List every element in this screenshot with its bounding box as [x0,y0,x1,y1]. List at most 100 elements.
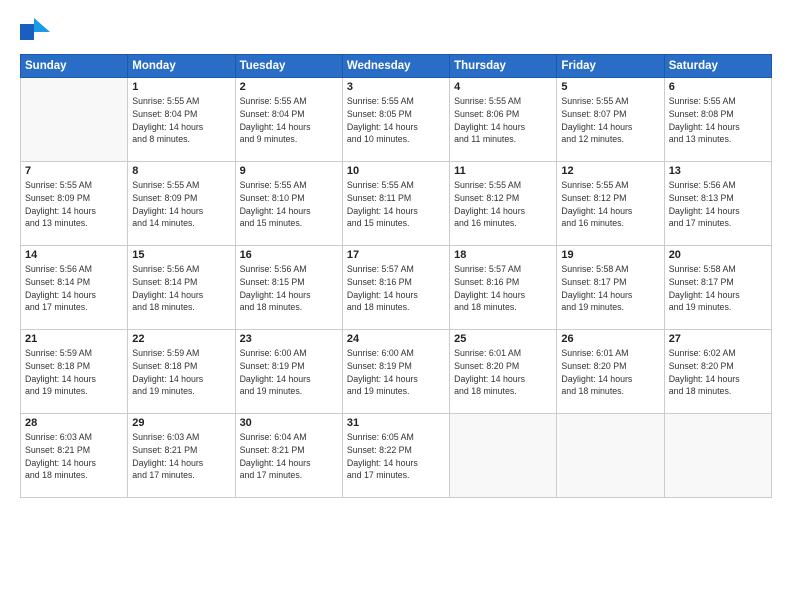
day-number: 15 [132,249,230,261]
calendar-cell: 6 Sunrise: 5:55 AM Sunset: 8:08 PM Daylig… [664,78,771,162]
day-info: Sunrise: 5:55 AM Sunset: 8:10 PM Dayligh… [240,179,338,230]
logo-icon [20,18,52,46]
calendar-cell: 8 Sunrise: 5:55 AM Sunset: 8:09 PM Daylig… [128,162,235,246]
calendar-week-row: 7 Sunrise: 5:55 AM Sunset: 8:09 PM Daylig… [21,162,772,246]
calendar-cell [21,78,128,162]
calendar-header-monday: Monday [128,55,235,78]
calendar-cell: 18Sunrise: 5:57 AM Sunset: 8:16 PM Dayli… [450,246,557,330]
calendar-cell: 24 Sunrise: 6:00 AM Sunset: 8:19 PM Dayli… [342,330,449,414]
day-info: Sunrise: 5:59 AM Sunset: 8:18 PM Dayligh… [25,347,123,398]
day-number: 14 [25,249,123,261]
calendar-cell: 16 Sunrise: 5:56 AM Sunset: 8:15 PM Dayli… [235,246,342,330]
day-number: 11 [454,165,552,177]
calendar-cell: 1 Sunrise: 5:55 AM Sunset: 8:04 PM Daylig… [128,78,235,162]
calendar-cell: 14 Sunrise: 5:56 AM Sunset: 8:14 PM Dayli… [21,246,128,330]
day-number: 4 [454,81,552,93]
day-number: 16 [240,249,338,261]
calendar-cell: 5Sunrise: 5:55 AM Sunset: 8:07 PM Daylig… [557,78,664,162]
calendar-week-row: 28Sunrise: 6:03 AM Sunset: 8:21 PM Dayli… [21,414,772,498]
calendar-cell: 17 Sunrise: 5:57 AM Sunset: 8:16 PM Dayli… [342,246,449,330]
day-info: Sunrise: 6:00 AM Sunset: 8:19 PM Dayligh… [347,347,445,398]
calendar-cell: 29 Sunrise: 6:03 AM Sunset: 8:21 PM Dayli… [128,414,235,498]
day-number: 13 [669,165,767,177]
day-number: 31 [347,417,445,429]
day-info: Sunrise: 6:01 AM Sunset: 8:20 PM Dayligh… [454,347,552,398]
day-number: 26 [561,333,659,345]
calendar-cell: 13Sunrise: 5:56 AM Sunset: 8:13 PM Dayli… [664,162,771,246]
day-info: Sunrise: 6:01 AM Sunset: 8:20 PM Dayligh… [561,347,659,398]
calendar-week-row: 14 Sunrise: 5:56 AM Sunset: 8:14 PM Dayli… [21,246,772,330]
header [20,18,772,46]
day-info: Sunrise: 5:56 AM Sunset: 8:14 PM Dayligh… [132,263,230,314]
calendar-cell: 4 Sunrise: 5:55 AM Sunset: 8:06 PM Daylig… [450,78,557,162]
calendar-cell: 30 Sunrise: 6:04 AM Sunset: 8:21 PM Dayli… [235,414,342,498]
day-number: 8 [132,165,230,177]
day-number: 9 [240,165,338,177]
calendar-week-row: 21 Sunrise: 5:59 AM Sunset: 8:18 PM Dayli… [21,330,772,414]
calendar-header-sunday: Sunday [21,55,128,78]
calendar-cell: 22Sunrise: 5:59 AM Sunset: 8:18 PM Dayli… [128,330,235,414]
day-info: Sunrise: 5:55 AM Sunset: 8:04 PM Dayligh… [240,95,338,146]
day-number: 6 [669,81,767,93]
page: SundayMondayTuesdayWednesdayThursdayFrid… [0,0,792,612]
day-number: 21 [25,333,123,345]
logo [20,18,54,46]
calendar-cell: 26 Sunrise: 6:01 AM Sunset: 8:20 PM Dayli… [557,330,664,414]
day-number: 23 [240,333,338,345]
day-info: Sunrise: 5:55 AM Sunset: 8:08 PM Dayligh… [669,95,767,146]
calendar-cell: 9 Sunrise: 5:55 AM Sunset: 8:10 PM Daylig… [235,162,342,246]
day-info: Sunrise: 5:55 AM Sunset: 8:06 PM Dayligh… [454,95,552,146]
day-number: 20 [669,249,767,261]
day-info: Sunrise: 6:02 AM Sunset: 8:20 PM Dayligh… [669,347,767,398]
day-info: Sunrise: 5:56 AM Sunset: 8:14 PM Dayligh… [25,263,123,314]
day-number: 24 [347,333,445,345]
calendar-header-tuesday: Tuesday [235,55,342,78]
calendar-header-row: SundayMondayTuesdayWednesdayThursdayFrid… [21,55,772,78]
day-info: Sunrise: 5:55 AM Sunset: 8:12 PM Dayligh… [454,179,552,230]
calendar-header-wednesday: Wednesday [342,55,449,78]
calendar-cell: 27Sunrise: 6:02 AM Sunset: 8:20 PM Dayli… [664,330,771,414]
calendar-cell: 28Sunrise: 6:03 AM Sunset: 8:21 PM Dayli… [21,414,128,498]
calendar: SundayMondayTuesdayWednesdayThursdayFrid… [20,54,772,498]
day-info: Sunrise: 5:56 AM Sunset: 8:15 PM Dayligh… [240,263,338,314]
day-number: 2 [240,81,338,93]
day-info: Sunrise: 5:57 AM Sunset: 8:16 PM Dayligh… [347,263,445,314]
calendar-cell [664,414,771,498]
calendar-cell: 31 Sunrise: 6:05 AM Sunset: 8:22 PM Dayli… [342,414,449,498]
calendar-cell: 2 Sunrise: 5:55 AM Sunset: 8:04 PM Daylig… [235,78,342,162]
day-info: Sunrise: 5:55 AM Sunset: 8:11 PM Dayligh… [347,179,445,230]
day-info: Sunrise: 5:55 AM Sunset: 8:04 PM Dayligh… [132,95,230,146]
day-info: Sunrise: 5:55 AM Sunset: 8:12 PM Dayligh… [561,179,659,230]
day-info: Sunrise: 6:03 AM Sunset: 8:21 PM Dayligh… [25,431,123,482]
calendar-week-row: 1 Sunrise: 5:55 AM Sunset: 8:04 PM Daylig… [21,78,772,162]
day-number: 10 [347,165,445,177]
day-info: Sunrise: 5:55 AM Sunset: 8:09 PM Dayligh… [25,179,123,230]
calendar-cell [450,414,557,498]
calendar-cell: 10 Sunrise: 5:55 AM Sunset: 8:11 PM Dayli… [342,162,449,246]
calendar-header-saturday: Saturday [664,55,771,78]
day-number: 18 [454,249,552,261]
calendar-cell: 3Sunrise: 5:55 AM Sunset: 8:05 PM Daylig… [342,78,449,162]
calendar-cell: 11 Sunrise: 5:55 AM Sunset: 8:12 PM Dayli… [450,162,557,246]
day-info: Sunrise: 5:58 AM Sunset: 8:17 PM Dayligh… [669,263,767,314]
day-info: Sunrise: 5:55 AM Sunset: 8:09 PM Dayligh… [132,179,230,230]
day-number: 7 [25,165,123,177]
calendar-header-thursday: Thursday [450,55,557,78]
day-number: 17 [347,249,445,261]
day-info: Sunrise: 6:05 AM Sunset: 8:22 PM Dayligh… [347,431,445,482]
day-number: 19 [561,249,659,261]
day-number: 30 [240,417,338,429]
day-info: Sunrise: 6:03 AM Sunset: 8:21 PM Dayligh… [132,431,230,482]
day-number: 29 [132,417,230,429]
day-number: 3 [347,81,445,93]
calendar-cell: 20 Sunrise: 5:58 AM Sunset: 8:17 PM Dayli… [664,246,771,330]
day-info: Sunrise: 6:04 AM Sunset: 8:21 PM Dayligh… [240,431,338,482]
calendar-cell: 19 Sunrise: 5:58 AM Sunset: 8:17 PM Dayli… [557,246,664,330]
calendar-cell: 12Sunrise: 5:55 AM Sunset: 8:12 PM Dayli… [557,162,664,246]
day-number: 22 [132,333,230,345]
calendar-header-friday: Friday [557,55,664,78]
day-info: Sunrise: 6:00 AM Sunset: 8:19 PM Dayligh… [240,347,338,398]
day-number: 1 [132,81,230,93]
day-info: Sunrise: 5:58 AM Sunset: 8:17 PM Dayligh… [561,263,659,314]
calendar-cell: 7 Sunrise: 5:55 AM Sunset: 8:09 PM Daylig… [21,162,128,246]
